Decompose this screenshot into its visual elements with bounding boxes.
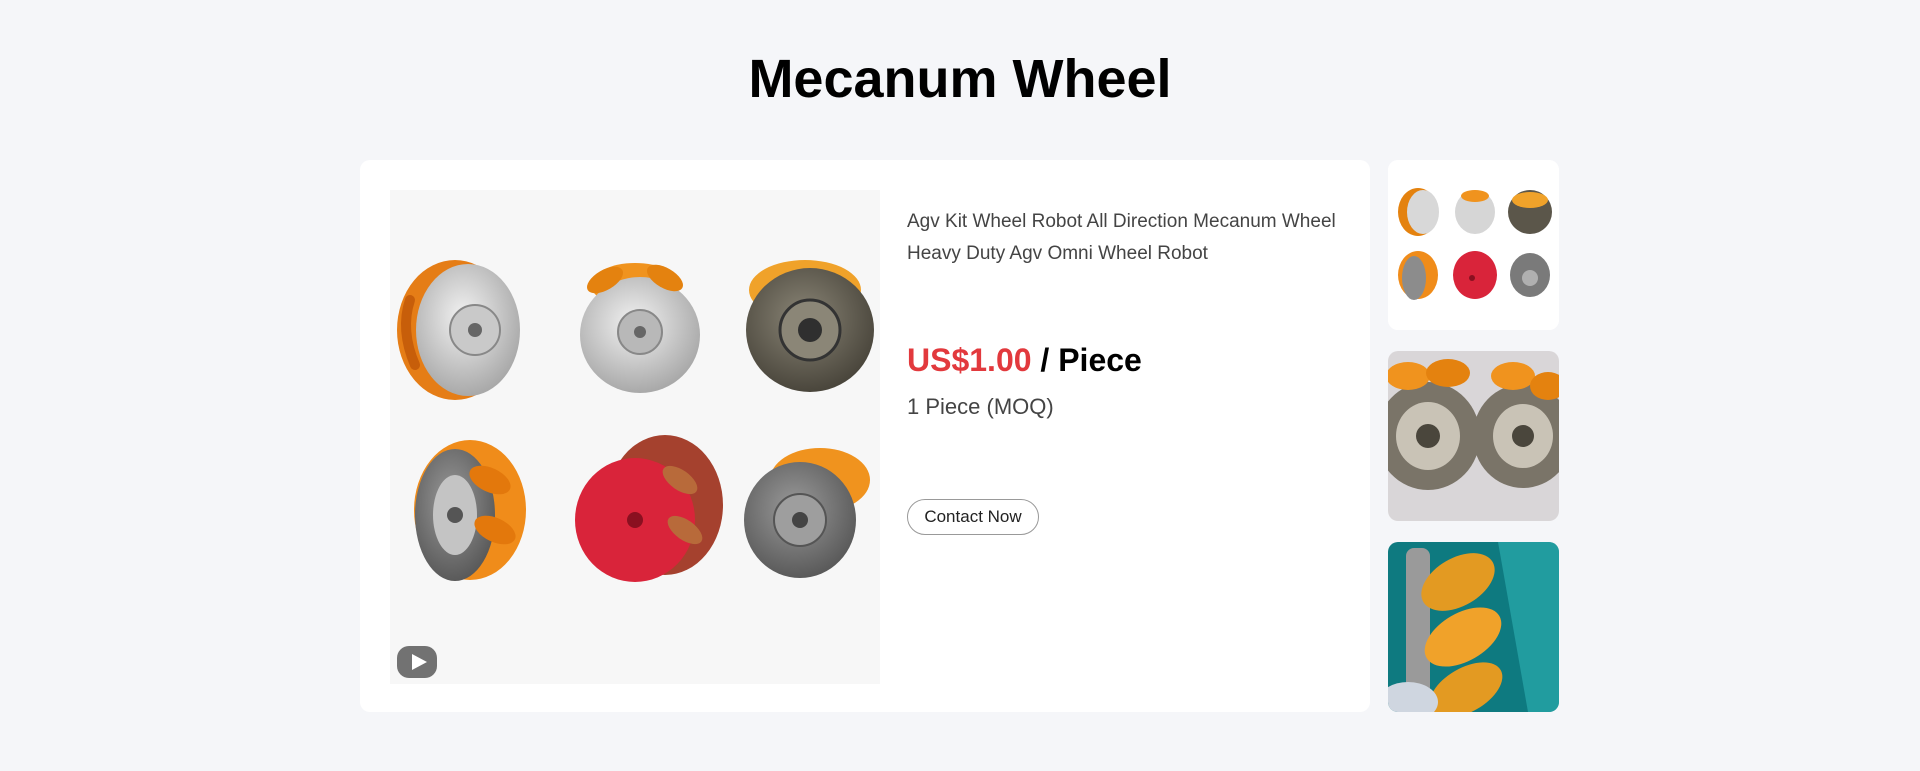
product-name[interactable]: Agv Kit Wheel Robot All Direction Mecanu… (907, 206, 1362, 270)
wheel-red (575, 435, 723, 582)
moq-text: 1 Piece (MOQ) (907, 394, 1054, 419)
thumbnail-six-wheels[interactable] (1388, 160, 1559, 330)
wheel-white-2 (580, 263, 700, 393)
page-title: Mecanum Wheel (748, 49, 1172, 109)
video-play-button[interactable] (397, 646, 437, 678)
price-unit: / Piece (1031, 342, 1142, 378)
wheel-chrome (414, 440, 526, 581)
wheel-bronze (746, 260, 874, 392)
thumbnail-two-wheels[interactable] (1388, 351, 1559, 521)
wheel-grey (744, 448, 870, 578)
contact-now-button[interactable]: Contact Now (907, 499, 1039, 535)
thumbnail-two-wheels-image (1388, 351, 1559, 521)
thumbnail-wheel-closeup[interactable] (1388, 542, 1559, 712)
wheels-illustration (397, 260, 874, 582)
thumbnail-wheel-closeup-image (1388, 542, 1559, 712)
product-card: Agv Kit Wheel Robot All Direction Mecanu… (360, 160, 1370, 712)
wheel-white-1 (397, 260, 520, 400)
price-row: US$1.00 / Piece (907, 340, 1362, 380)
product-info: Agv Kit Wheel Robot All Direction Mecanu… (907, 206, 1362, 422)
price-value: US$1.00 (907, 342, 1032, 378)
thumbnail-six-wheels-image (1388, 160, 1559, 330)
play-icon (412, 654, 427, 670)
main-product-image[interactable] (390, 190, 880, 684)
